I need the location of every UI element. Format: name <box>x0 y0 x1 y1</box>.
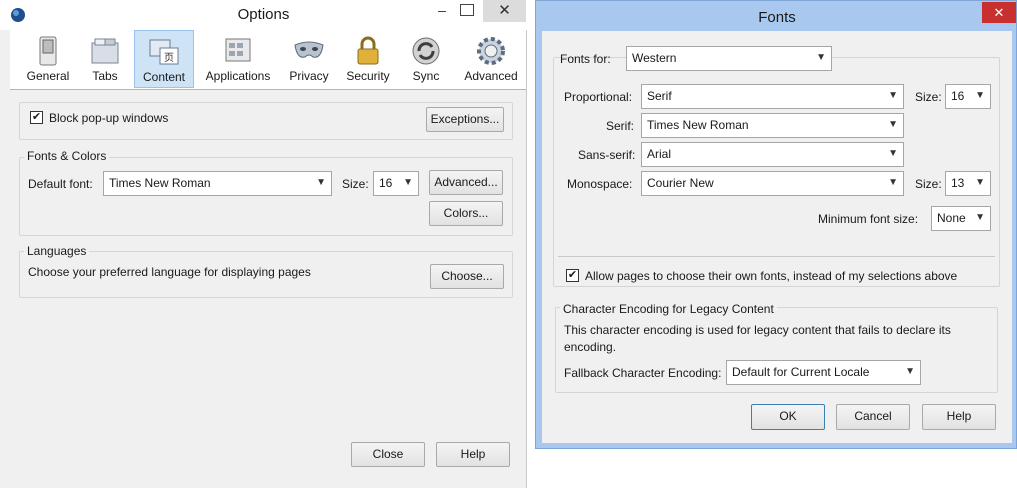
chevron-down-icon: ▼ <box>888 177 898 188</box>
fonts-title: Fonts <box>758 9 796 26</box>
fonts-client-area: Fonts for: Western ▼ Proportional: Serif… <box>542 31 1012 443</box>
proportional-size-value: 16 <box>951 89 965 103</box>
tab-label: Tabs <box>92 69 118 83</box>
help-button[interactable]: Help <box>436 442 510 467</box>
content-document-icon: 页 <box>149 39 179 65</box>
fallback-encoding-select[interactable]: Default for Current Locale ▼ <box>726 360 921 385</box>
monospace-value: Courier New <box>647 176 714 190</box>
colors-button[interactable]: Colors... <box>429 201 503 226</box>
fonts-dialog: Fonts ✕ Fonts for: Western ▼ Proportiona… <box>535 0 1017 449</box>
proportional-label: Proportional: <box>564 90 633 104</box>
proportional-size-select[interactable]: 16 ▼ <box>945 84 991 109</box>
cancel-button[interactable]: Cancel <box>836 404 910 430</box>
fonts-for-value: Western <box>632 51 677 65</box>
choose-language-button[interactable]: Choose... <box>430 264 504 289</box>
chevron-down-icon: ▼ <box>888 119 898 130</box>
min-font-label: Minimum font size: <box>818 212 919 226</box>
fallback-encoding-value: Default for Current Locale <box>732 365 870 379</box>
min-font-select[interactable]: None ▼ <box>931 206 991 231</box>
tab-tabs[interactable]: Tabs <box>80 30 130 88</box>
gear-icon <box>477 37 505 65</box>
close-icon[interactable]: ✕ <box>483 0 526 22</box>
privacy-mask-icon <box>294 41 324 58</box>
applications-icon <box>225 38 251 62</box>
chevron-down-icon: ▼ <box>905 366 915 377</box>
sans-serif-select[interactable]: Arial ▼ <box>641 142 904 167</box>
allow-pages-fonts-checkbox[interactable]: ✔ <box>566 269 579 282</box>
monospace-size-value: 13 <box>951 176 965 190</box>
fonts-colors-heading: Fonts & Colors <box>24 149 110 163</box>
tab-label: Applications <box>205 69 271 83</box>
tab-label: Advanced <box>464 69 518 83</box>
default-font-label: Default font: <box>28 177 93 191</box>
chevron-down-icon: ▼ <box>816 52 826 63</box>
sans-serif-value: Arial <box>647 147 672 161</box>
sans-serif-label: Sans-serif: <box>578 148 636 162</box>
monospace-select[interactable]: Courier New ▼ <box>641 171 904 196</box>
encoding-heading: Character Encoding for Legacy Content <box>560 302 777 316</box>
tab-sync[interactable]: Sync <box>402 30 450 88</box>
exceptions-button[interactable]: Exceptions... <box>426 107 504 132</box>
chevron-down-icon: ▼ <box>888 90 898 101</box>
chevron-down-icon: ▼ <box>975 90 985 101</box>
tab-label: Security <box>346 69 390 83</box>
default-font-value: Times New Roman <box>109 176 211 190</box>
options-titlebar[interactable]: Options ‒ ✕ <box>0 0 527 30</box>
close-icon[interactable]: ✕ <box>982 2 1016 23</box>
monospace-label: Monospace: <box>567 177 633 191</box>
proportional-size-label: Size: <box>915 90 942 104</box>
allow-pages-fonts-label: Allow pages to choose their own fonts, i… <box>585 269 958 283</box>
minimize-icon[interactable]: ‒ <box>432 2 452 24</box>
tab-general[interactable]: General <box>20 30 76 88</box>
tab-security[interactable]: Security <box>342 30 394 88</box>
chevron-down-icon: ▼ <box>316 177 326 188</box>
monospace-size-select[interactable]: 13 ▼ <box>945 171 991 196</box>
tab-label: Content <box>142 70 186 84</box>
svg-text:页: 页 <box>164 52 174 64</box>
monospace-size-label: Size: <box>915 177 942 191</box>
encoding-description: This character encoding is used for lega… <box>564 323 951 354</box>
chevron-down-icon: ▼ <box>975 212 985 223</box>
languages-description: Choose your preferred language for displ… <box>28 265 311 279</box>
chevron-down-icon: ▼ <box>403 177 413 188</box>
tab-advanced[interactable]: Advanced <box>460 30 522 88</box>
padlock-icon <box>357 36 379 65</box>
min-font-value: None <box>937 211 966 225</box>
serif-select[interactable]: Times New Roman ▼ <box>641 113 904 138</box>
chevron-down-icon: ▼ <box>888 148 898 159</box>
tab-applications[interactable]: Applications <box>200 30 276 88</box>
close-button[interactable]: Close <box>351 442 425 467</box>
chevron-down-icon: ▼ <box>975 177 985 188</box>
tab-content[interactable]: 页 Content <box>134 30 194 88</box>
size-label: Size: <box>342 177 369 191</box>
sync-icon <box>412 37 440 65</box>
proportional-select[interactable]: Serif ▼ <box>641 84 904 109</box>
help-button[interactable]: Help <box>922 404 996 430</box>
serif-value: Times New Roman <box>647 118 749 132</box>
ok-button[interactable]: OK <box>751 404 825 430</box>
maximize-icon[interactable] <box>460 4 474 16</box>
fonts-for-select[interactable]: Western ▼ <box>626 46 832 71</box>
block-popups-label: Block pop-up windows <box>49 111 169 125</box>
languages-heading: Languages <box>24 244 90 258</box>
folder-tabs-icon <box>91 38 119 64</box>
serif-label: Serif: <box>606 119 635 133</box>
default-size-select[interactable]: 16 ▼ <box>373 171 419 196</box>
tab-label: Sync <box>412 69 440 83</box>
block-popups-checkbox[interactable]: ✔ <box>30 111 43 124</box>
options-window: Options ‒ ✕ General Tabs 页 Content Appli… <box>0 0 527 488</box>
default-font-select[interactable]: Times New Roman ▼ <box>103 171 332 196</box>
tab-label: Privacy <box>289 69 329 83</box>
switch-icon <box>39 36 57 66</box>
tab-privacy[interactable]: Privacy <box>284 30 334 88</box>
fallback-encoding-label: Fallback Character Encoding: <box>564 366 722 380</box>
advanced-fonts-button[interactable]: Advanced... <box>429 170 503 195</box>
fonts-for-label: Fonts for: <box>560 52 611 66</box>
default-size-value: 16 <box>379 176 393 190</box>
tab-label: General <box>26 69 70 83</box>
divider <box>558 256 995 257</box>
proportional-value: Serif <box>647 89 672 103</box>
